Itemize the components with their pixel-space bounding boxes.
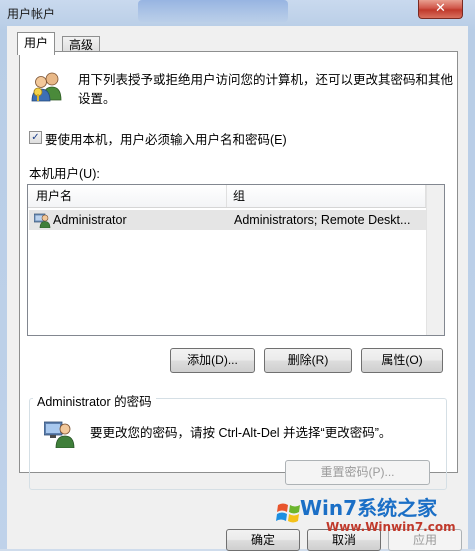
check-icon: ✓: [31, 132, 40, 143]
user-group-cell: Administrators; Remote Deskt...: [234, 213, 411, 227]
require-login-label[interactable]: 要使用本机，用户必须输入用户名和密码(E): [45, 129, 287, 148]
users-listview[interactable]: 用户名 组 Administrator Administrators; Remo…: [27, 184, 445, 336]
column-header-username[interactable]: 用户名: [36, 185, 72, 207]
user-icon: [34, 213, 51, 228]
remove-user-button[interactable]: 删除(R): [264, 348, 352, 373]
properties-button[interactable]: 属性(O): [361, 348, 443, 373]
intro-text: 用下列表授予或拒绝用户访问您的计算机，还可以更改其密码和其他 设置。: [78, 71, 453, 109]
require-login-checkbox[interactable]: ✓: [29, 131, 42, 144]
users-icon: [31, 72, 62, 102]
user-computer-icon: [44, 421, 75, 448]
local-users-label: 本机用户(U):: [29, 167, 100, 181]
listview-header: 用户名 组: [28, 185, 444, 208]
intro-text-line-1: 用下列表授予或拒绝用户访问您的计算机，还可以更改其密码和其他: [78, 73, 454, 87]
intro-text-line-2: 设置。: [78, 92, 116, 106]
ok-button[interactable]: 确定: [226, 529, 300, 551]
watermark-brand: Win7系统之家: [300, 496, 438, 520]
listview-scrollbar[interactable]: [426, 185, 444, 335]
column-header-group[interactable]: 组: [233, 185, 245, 207]
add-user-button[interactable]: 添加(D)...: [170, 348, 255, 373]
tab-content: 用下列表授予或拒绝用户访问您的计算机，还可以更改其密码和其他 设置。 ✓ 要使用…: [0, 0, 475, 551]
change-password-message: 要更改您的密码，请按 Ctrl-Alt-Del 并选择“更改密码”。: [90, 426, 392, 440]
window-frame: 用户帐户 ✕ 用户 高级 用下列表授予或拒绝用户访问您的计算机，还可以更改其密码…: [0, 0, 475, 551]
table-row[interactable]: Administrator Administrators; Remote Des…: [29, 210, 426, 230]
watermark-url: Www.Winwin7.com: [326, 520, 456, 534]
column-separator[interactable]: [226, 185, 227, 207]
windows-logo-icon: [276, 503, 300, 523]
user-name-cell: Administrator: [53, 213, 127, 227]
password-group-title: Administrator 的密码: [33, 391, 156, 410]
reset-password-button[interactable]: 重置密码(P)...: [285, 460, 430, 485]
